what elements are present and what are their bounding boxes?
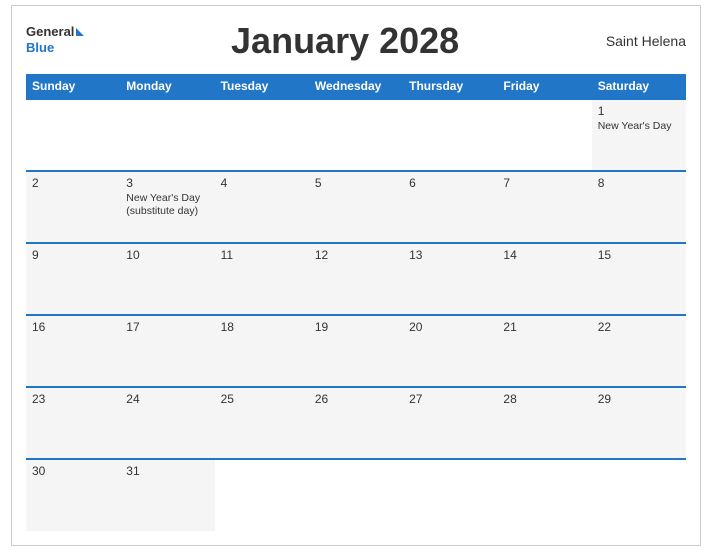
- day-number: 25: [221, 392, 303, 406]
- calendar-container: General Blue January 2028 Saint Helena S…: [11, 5, 701, 546]
- weekday-header-tuesday: Tuesday: [215, 74, 309, 99]
- day-number: 18: [221, 320, 303, 334]
- day-number: 9: [32, 248, 114, 262]
- calendar-cell: [309, 99, 403, 171]
- calendar-cell: 8: [592, 171, 686, 243]
- calendar-cell: 9: [26, 243, 120, 315]
- calendar-week-row: 16 17 18 19 20 21 22: [26, 315, 686, 387]
- calendar-cell: 27: [403, 387, 497, 459]
- calendar-cell: 4: [215, 171, 309, 243]
- calendar-cell: 11: [215, 243, 309, 315]
- day-number: 1: [598, 104, 680, 118]
- logo-triangle-icon: [76, 28, 84, 36]
- day-number: 13: [409, 248, 491, 262]
- calendar-cell: 25: [215, 387, 309, 459]
- day-number: 7: [503, 176, 585, 190]
- calendar-cell: [26, 99, 120, 171]
- day-number: 26: [315, 392, 397, 406]
- calendar-cell: [120, 99, 214, 171]
- day-number: 4: [221, 176, 303, 190]
- calendar-cell: 30: [26, 459, 120, 531]
- day-number: 29: [598, 392, 680, 406]
- day-number: 30: [32, 464, 114, 478]
- day-number: 8: [598, 176, 680, 190]
- day-number: 28: [503, 392, 585, 406]
- calendar-week-row: 23 24 25 26 27 28 29: [26, 387, 686, 459]
- day-number: 16: [32, 320, 114, 334]
- event-text: New Year's Day: [598, 120, 680, 134]
- day-number: 3: [126, 176, 208, 190]
- calendar-cell: 10: [120, 243, 214, 315]
- calendar-cell: [497, 459, 591, 531]
- logo-blue-text: Blue: [26, 40, 54, 55]
- calendar-cell: 3 New Year's Day(substitute day): [120, 171, 214, 243]
- calendar-cell: 5: [309, 171, 403, 243]
- calendar-cell: 12: [309, 243, 403, 315]
- calendar-title: January 2028: [231, 20, 459, 62]
- day-number: 20: [409, 320, 491, 334]
- weekday-header-thursday: Thursday: [403, 74, 497, 99]
- calendar-cell: 7: [497, 171, 591, 243]
- calendar-week-row: 30 31: [26, 459, 686, 531]
- weekday-header-monday: Monday: [120, 74, 214, 99]
- day-number: 31: [126, 464, 208, 478]
- event-text: (substitute day): [126, 205, 208, 219]
- day-number: 2: [32, 176, 114, 190]
- weekday-header-sunday: Sunday: [26, 74, 120, 99]
- day-number: 23: [32, 392, 114, 406]
- calendar-week-row: 1 New Year's Day: [26, 99, 686, 171]
- day-number: 6: [409, 176, 491, 190]
- calendar-cell: 15: [592, 243, 686, 315]
- calendar-week-row: 23 New Year's Day(substitute day) 45678: [26, 171, 686, 243]
- calendar-cell: [403, 99, 497, 171]
- calendar-header: General Blue January 2028 Saint Helena: [26, 16, 686, 66]
- calendar-cell: [309, 459, 403, 531]
- day-number: 27: [409, 392, 491, 406]
- calendar-cell: 16: [26, 315, 120, 387]
- calendar-cell: [215, 459, 309, 531]
- calendar-cell: 13: [403, 243, 497, 315]
- calendar-cell: 21: [497, 315, 591, 387]
- calendar-cell: 17: [120, 315, 214, 387]
- calendar-region: Saint Helena: [606, 33, 686, 49]
- calendar-cell: 26: [309, 387, 403, 459]
- day-number: 12: [315, 248, 397, 262]
- logo-area: General Blue: [26, 24, 84, 58]
- day-number: 21: [503, 320, 585, 334]
- weekday-header-friday: Friday: [497, 74, 591, 99]
- calendar-cell: 31: [120, 459, 214, 531]
- calendar-table: SundayMondayTuesdayWednesdayThursdayFrid…: [26, 74, 686, 531]
- calendar-cell: 19: [309, 315, 403, 387]
- calendar-cell: 22: [592, 315, 686, 387]
- calendar-cell: 28: [497, 387, 591, 459]
- day-number: 14: [503, 248, 585, 262]
- calendar-cell: 20: [403, 315, 497, 387]
- calendar-cell: 29: [592, 387, 686, 459]
- calendar-cell: 18: [215, 315, 309, 387]
- day-number: 10: [126, 248, 208, 262]
- calendar-cell: [592, 459, 686, 531]
- calendar-cell: 14: [497, 243, 591, 315]
- day-number: 19: [315, 320, 397, 334]
- event-text: New Year's Day: [126, 192, 208, 206]
- day-number: 17: [126, 320, 208, 334]
- calendar-week-row: 9 10 11 12 13 14 15: [26, 243, 686, 315]
- weekday-header-row: SundayMondayTuesdayWednesdayThursdayFrid…: [26, 74, 686, 99]
- calendar-cell: [403, 459, 497, 531]
- calendar-cell: 23: [26, 387, 120, 459]
- weekday-header-saturday: Saturday: [592, 74, 686, 99]
- day-number: 22: [598, 320, 680, 334]
- logo-general-text: General: [26, 24, 74, 40]
- calendar-cell: [497, 99, 591, 171]
- calendar-cell: 1 New Year's Day: [592, 99, 686, 171]
- day-number: 5: [315, 176, 397, 190]
- day-number: 24: [126, 392, 208, 406]
- day-number: 15: [598, 248, 680, 262]
- weekday-header-wednesday: Wednesday: [309, 74, 403, 99]
- day-number: 11: [221, 248, 303, 262]
- calendar-cell: 6: [403, 171, 497, 243]
- calendar-cell: [215, 99, 309, 171]
- calendar-cell: 2: [26, 171, 120, 243]
- calendar-cell: 24: [120, 387, 214, 459]
